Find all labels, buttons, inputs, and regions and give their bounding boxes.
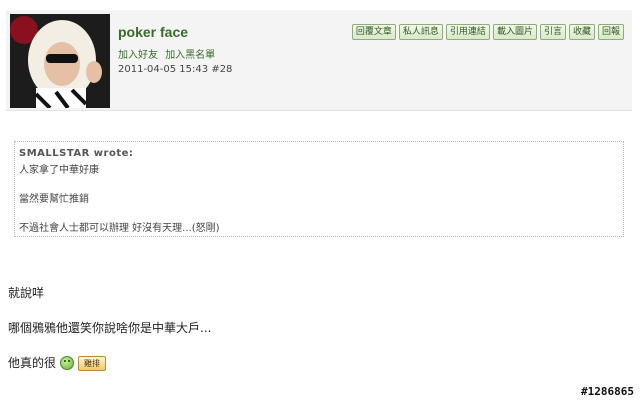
post-toolbar: 回覆文章 私人訊息 引用連結 載入圖片 引言 收藏 回報	[351, 24, 624, 40]
post-body: 就說咩 哪個鴉鴉他還笑你說啥你是中華大戶... 他真的很 雞排	[8, 286, 212, 371]
report-button[interactable]: 回報	[597, 24, 624, 40]
body-line-with-emoticon: 他真的很 雞排	[8, 355, 211, 371]
quote-button[interactable]: 引言	[539, 24, 566, 40]
quote-author: SMALLSTAR wrote:	[19, 148, 134, 159]
quote-box: SMALLSTAR wrote: 人家拿了中華好康 當然要幫忙推銷 不過社會人士…	[14, 141, 624, 237]
avatar-image	[10, 14, 110, 108]
quote-line: 當然要幫忙推銷	[19, 194, 89, 205]
load-images-button[interactable]: 載入圖片	[492, 24, 537, 40]
author-links: 加入好友 加入黑名單	[118, 46, 232, 61]
bookmark-button[interactable]: 收藏	[568, 24, 595, 40]
post-timestamp: 2011-04-05 15:43	[118, 64, 209, 75]
sticker-badge: 雞排	[78, 355, 107, 371]
post-meta: 2011-04-05 15:43 #28	[118, 64, 232, 75]
post-header: poker face 加入好友 加入黑名單 2011-04-05 15:43 #…	[6, 10, 632, 111]
quote-link-button[interactable]: 引用連結	[445, 24, 490, 40]
quote-line: 不過社會人士都可以辦理 好沒有天理...(怒剛)	[19, 223, 220, 234]
body-text: 他真的很	[8, 356, 57, 370]
body-line: 哪個鴉鴉他還笑你說啥你是中華大戶...	[8, 321, 212, 335]
add-friend-link[interactable]: 加入好友	[118, 50, 158, 61]
author-block: poker face 加入好友 加入黑名單 2011-04-05 15:43 #…	[118, 24, 232, 75]
quote-line: 人家拿了中華好康	[19, 165, 99, 176]
smiley-icon	[60, 356, 75, 370]
private-message-button[interactable]: 私人訊息	[398, 24, 443, 40]
author-name[interactable]: poker face	[118, 24, 232, 40]
avatar[interactable]	[10, 14, 110, 108]
watermark: #1286865	[581, 385, 634, 398]
body-line: 就說咩	[8, 286, 45, 300]
post-number[interactable]: #28	[211, 64, 232, 75]
reply-button[interactable]: 回覆文章	[351, 24, 396, 40]
add-blacklist-link[interactable]: 加入黑名單	[165, 50, 215, 61]
